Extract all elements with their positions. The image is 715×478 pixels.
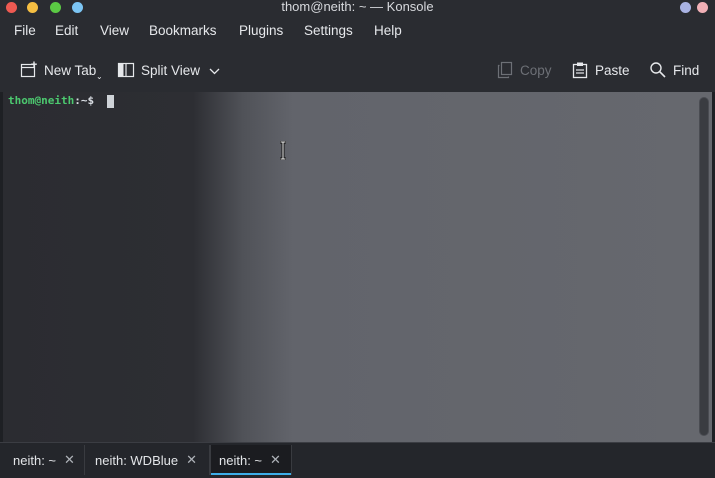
vertical-scrollbar[interactable] xyxy=(699,97,709,436)
find-button[interactable]: Find xyxy=(649,60,699,80)
tab-neith-home-1[interactable]: neith: ~ ✕ xyxy=(5,445,85,475)
tab-label: neith: WDBlue xyxy=(95,452,179,468)
split-view-label: Split View xyxy=(141,62,201,78)
close-icon[interactable]: ✕ xyxy=(186,452,197,468)
menu-settings[interactable]: Settings xyxy=(304,23,353,38)
prompt-user-host: thom@neith xyxy=(8,94,75,107)
paste-icon xyxy=(571,61,589,79)
terminal-view[interactable]: thom@neith:~$ xyxy=(3,92,712,442)
window-menu-button[interactable] xyxy=(680,2,691,13)
menu-edit[interactable]: Edit xyxy=(55,23,78,38)
menu-file[interactable]: File xyxy=(14,23,36,38)
menu-view[interactable]: View xyxy=(100,23,129,38)
ibeam-cursor-icon xyxy=(280,141,286,160)
window-close-alt-button[interactable] xyxy=(697,2,708,13)
tab-label: neith: ~ xyxy=(13,452,57,468)
chevron-down-icon: ⌄ xyxy=(96,72,103,81)
copy-label: Copy xyxy=(520,62,552,78)
close-icon[interactable]: ✕ xyxy=(64,452,75,468)
close-icon[interactable]: ✕ xyxy=(270,452,281,468)
find-label: Find xyxy=(673,62,700,78)
menu-help[interactable]: Help xyxy=(374,23,402,38)
new-tab-button[interactable]: New Tab ⌄ xyxy=(20,60,103,81)
split-view-button[interactable]: Split View xyxy=(117,60,220,80)
tab-bar: neith: ~ ✕ neith: WDBlue ✕ neith: ~ ✕ xyxy=(0,442,715,478)
toolbar: New Tab ⌄ Split View Copy Paste Find xyxy=(0,46,715,92)
chevron-down-icon xyxy=(209,63,220,78)
active-tab-indicator xyxy=(211,473,291,475)
shell-prompt: thom@neith:~$ xyxy=(8,94,94,107)
menu-bar: File Edit View Bookmarks Plugins Setting… xyxy=(0,15,715,46)
copy-button[interactable]: Copy xyxy=(496,60,552,80)
paste-button[interactable]: Paste xyxy=(571,60,630,80)
copy-icon xyxy=(496,61,514,79)
tab-neith-wdblue[interactable]: neith: WDBlue ✕ xyxy=(87,445,210,475)
prompt-path: :~$ xyxy=(74,94,95,107)
menu-plugins[interactable]: Plugins xyxy=(239,23,283,38)
tab-neith-home-2[interactable]: neith: ~ ✕ xyxy=(210,445,292,475)
text-cursor xyxy=(107,95,114,108)
menu-bookmarks[interactable]: Bookmarks xyxy=(149,23,217,38)
tab-label: neith: ~ xyxy=(219,452,263,468)
new-tab-label: New Tab xyxy=(44,62,97,78)
paste-label: Paste xyxy=(595,62,630,78)
window-titlebar: thom@neith: ~ — Konsole xyxy=(0,0,715,15)
window-title: thom@neith: ~ — Konsole xyxy=(281,0,434,14)
search-icon xyxy=(649,61,667,79)
new-tab-icon xyxy=(20,61,38,79)
split-view-icon xyxy=(117,61,135,79)
